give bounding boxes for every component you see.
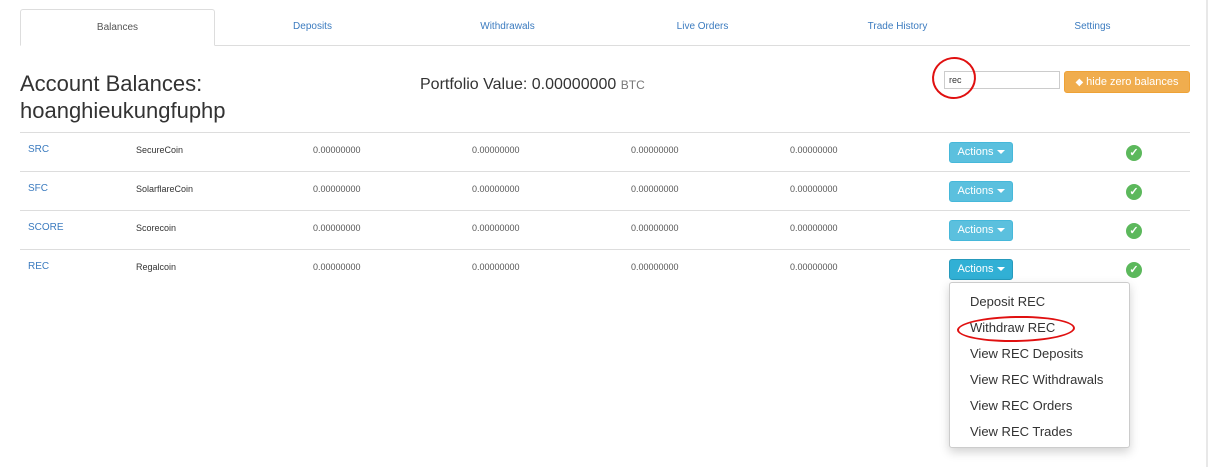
hide-zero-balances-label: hide zero balances [1086, 76, 1179, 88]
check-circle-icon: ✓ [1126, 223, 1142, 239]
menu-item-view-withdrawals[interactable]: View REC Withdrawals [950, 367, 1129, 393]
coin-name: SecureCoin [136, 145, 184, 155]
balance-value: 0.00000000 [631, 262, 679, 272]
portfolio-value-text: Portfolio Value: 0.00000000 [420, 76, 617, 93]
coin-name: SolarflareCoin [136, 184, 194, 194]
actions-label: Actions [957, 185, 994, 197]
tab-balances[interactable]: Balances [20, 9, 215, 46]
balance-value: 0.00000000 [631, 223, 679, 233]
actions-dropdown-menu: Deposit REC Withdraw REC View REC Deposi… [949, 282, 1130, 448]
menu-item-view-trades[interactable]: View REC Trades [950, 419, 1129, 445]
balance-value: 0.00000000 [472, 145, 520, 155]
coin-code-link[interactable]: SCORE [28, 222, 64, 234]
actions-button[interactable]: Actions [949, 181, 1013, 202]
balances-table: SRC SecureCoin 0.00000000 0.00000000 0.0… [20, 132, 1190, 288]
coin-code-link[interactable]: REC [28, 261, 49, 273]
balance-value: 0.00000000 [313, 262, 361, 272]
balance-value: 0.00000000 [790, 223, 838, 233]
table-row: SCORE Scorecoin 0.00000000 0.00000000 0.… [20, 211, 1190, 250]
menu-item-view-deposits[interactable]: View REC Deposits [950, 341, 1129, 367]
menu-item-deposit[interactable]: Deposit REC [950, 289, 1129, 315]
tab-trade-history[interactable]: Trade History [800, 9, 995, 45]
coin-name: Scorecoin [136, 223, 177, 233]
balance-value: 0.00000000 [790, 262, 838, 272]
tab-withdrawals[interactable]: Withdrawals [410, 9, 605, 45]
actions-label: Actions [957, 263, 994, 275]
tab-live-orders[interactable]: Live Orders [605, 9, 800, 45]
caret-down-icon [996, 267, 1005, 272]
actions-label: Actions [957, 146, 994, 158]
balance-value: 0.00000000 [313, 145, 361, 155]
balance-value: 0.00000000 [631, 145, 679, 155]
hide-zero-balances-button[interactable]: ◆ hide zero balances [1064, 71, 1190, 93]
diamond-icon: ◆ [1075, 77, 1084, 88]
balance-value: 0.00000000 [472, 223, 520, 233]
actions-button[interactable]: Actions [949, 142, 1013, 163]
tab-settings[interactable]: Settings [995, 9, 1190, 45]
caret-down-icon [996, 189, 1005, 194]
menu-item-view-orders[interactable]: View REC Orders [950, 393, 1129, 419]
page-title-label: Account Balances: [20, 71, 203, 96]
actions-label: Actions [957, 224, 994, 236]
check-circle-icon: ✓ [1126, 262, 1142, 278]
portfolio-value: Portfolio Value: 0.00000000 BTC [420, 76, 645, 94]
coin-name: Regalcoin [136, 262, 177, 272]
caret-down-icon [996, 150, 1005, 155]
balance-value: 0.00000000 [313, 184, 361, 194]
check-circle-icon: ✓ [1126, 184, 1142, 200]
check-circle-icon: ✓ [1126, 145, 1142, 161]
balance-value: 0.00000000 [472, 262, 520, 272]
caret-down-icon [996, 228, 1005, 233]
balance-value: 0.00000000 [472, 184, 520, 194]
balance-value: 0.00000000 [790, 145, 838, 155]
coin-code-link[interactable]: SRC [28, 144, 49, 156]
annotation-circle-search [929, 54, 979, 102]
account-username: hoanghieukungfuphp [20, 98, 226, 123]
table-row: SFC SolarflareCoin 0.00000000 0.00000000… [20, 172, 1190, 211]
actions-button[interactable]: Actions [949, 220, 1013, 241]
actions-button[interactable]: Actions [949, 259, 1013, 280]
tab-deposits[interactable]: Deposits [215, 9, 410, 45]
page-title: Account Balances: hoanghieukungfuphp [20, 70, 226, 124]
balance-value: 0.00000000 [631, 184, 679, 194]
table-row: SRC SecureCoin 0.00000000 0.00000000 0.0… [20, 133, 1190, 172]
balance-value: 0.00000000 [313, 223, 361, 233]
coin-code-link[interactable]: SFC [28, 183, 48, 195]
portfolio-unit: BTC [620, 78, 645, 92]
nav-tabs: Balances Deposits Withdrawals Live Order… [20, 9, 1190, 46]
balance-value: 0.00000000 [790, 184, 838, 194]
